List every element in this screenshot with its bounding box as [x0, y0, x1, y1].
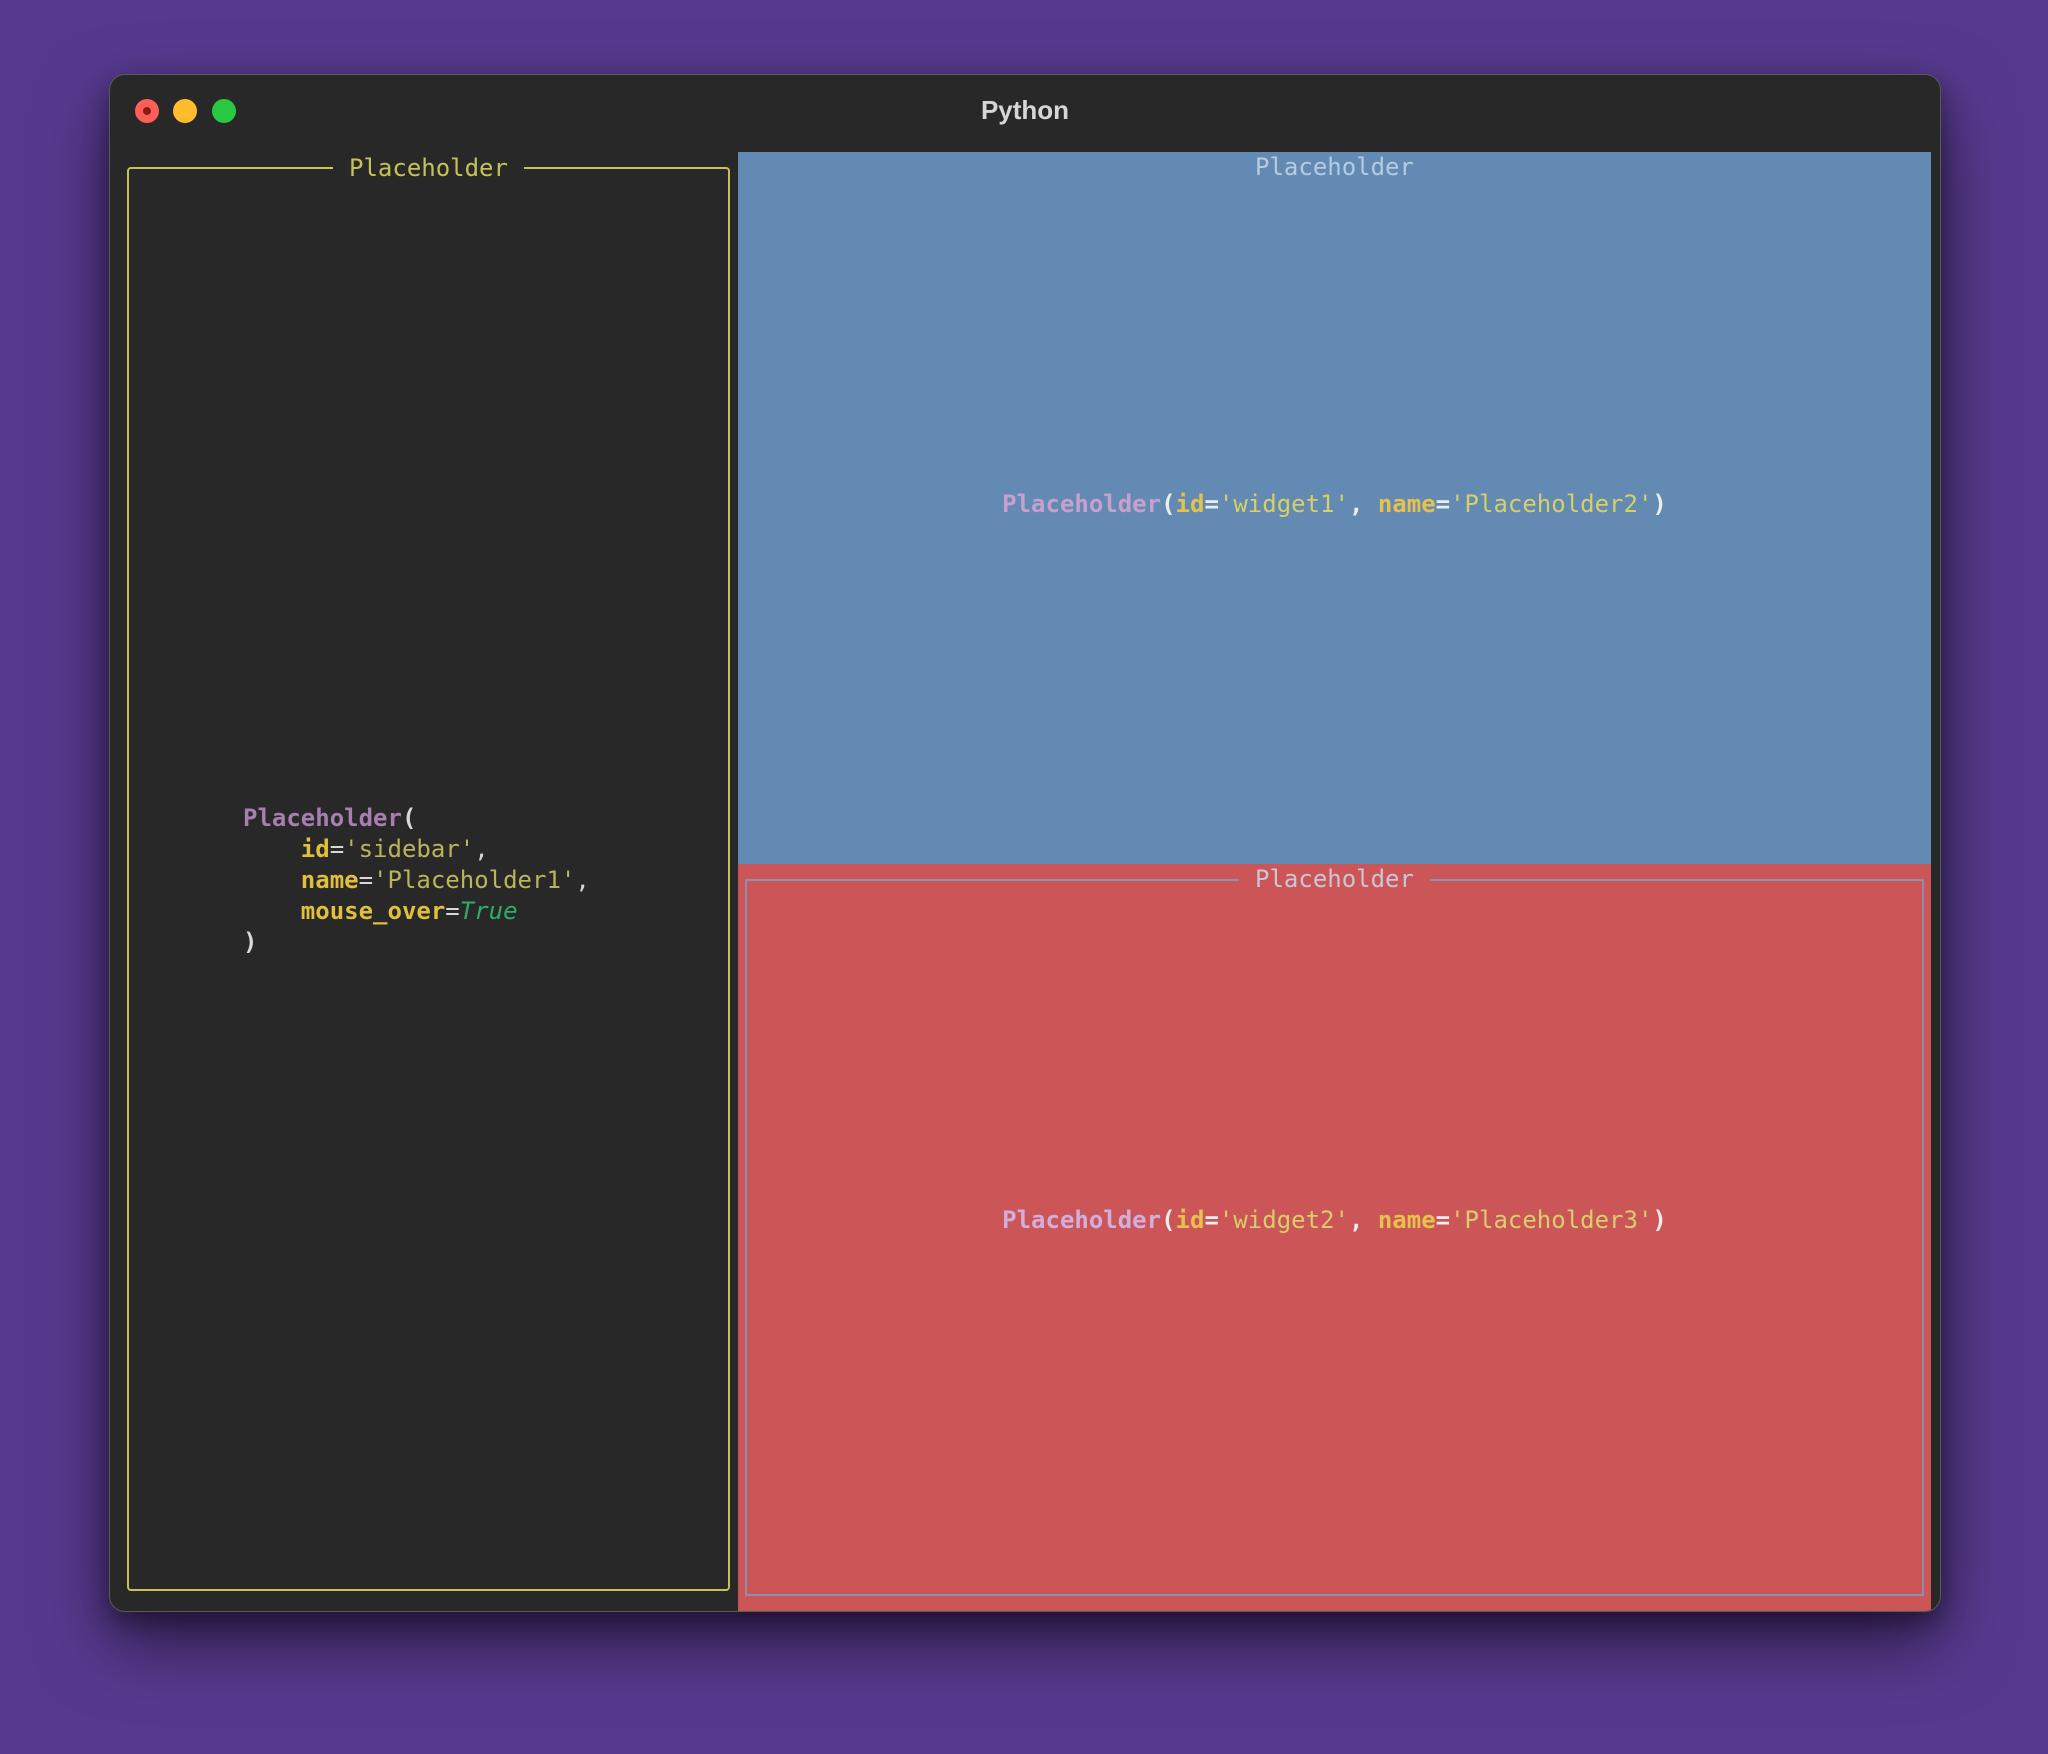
title-bar[interactable]: Python — [110, 75, 1940, 151]
widget2-placeholder[interactable]: Placeholder Placeholder(id='widget2', na… — [738, 864, 1931, 1611]
window-title: Python — [980, 95, 1070, 125]
sidebar-title: Placeholder — [129, 153, 728, 183]
app-window: Python Placeholder Placeholder( id='side… — [109, 74, 1941, 1612]
widget2-title: Placeholder — [738, 864, 1931, 894]
sidebar-repr: Placeholder( id='sidebar', name='Placeho… — [243, 804, 590, 956]
widget1-placeholder[interactable]: Placeholder Placeholder(id='widget1', na… — [738, 152, 1931, 864]
sidebar-placeholder[interactable]: Placeholder Placeholder( id='sidebar', n… — [127, 154, 730, 1591]
widget1-repr: Placeholder(id='widget1', name='Placehol… — [1002, 490, 1667, 518]
widget1-title: Placeholder — [1255, 153, 1414, 181]
widget2-repr: Placeholder(id='widget2', name='Placehol… — [1002, 1206, 1667, 1234]
widget2-hover-border — [745, 879, 1924, 1596]
